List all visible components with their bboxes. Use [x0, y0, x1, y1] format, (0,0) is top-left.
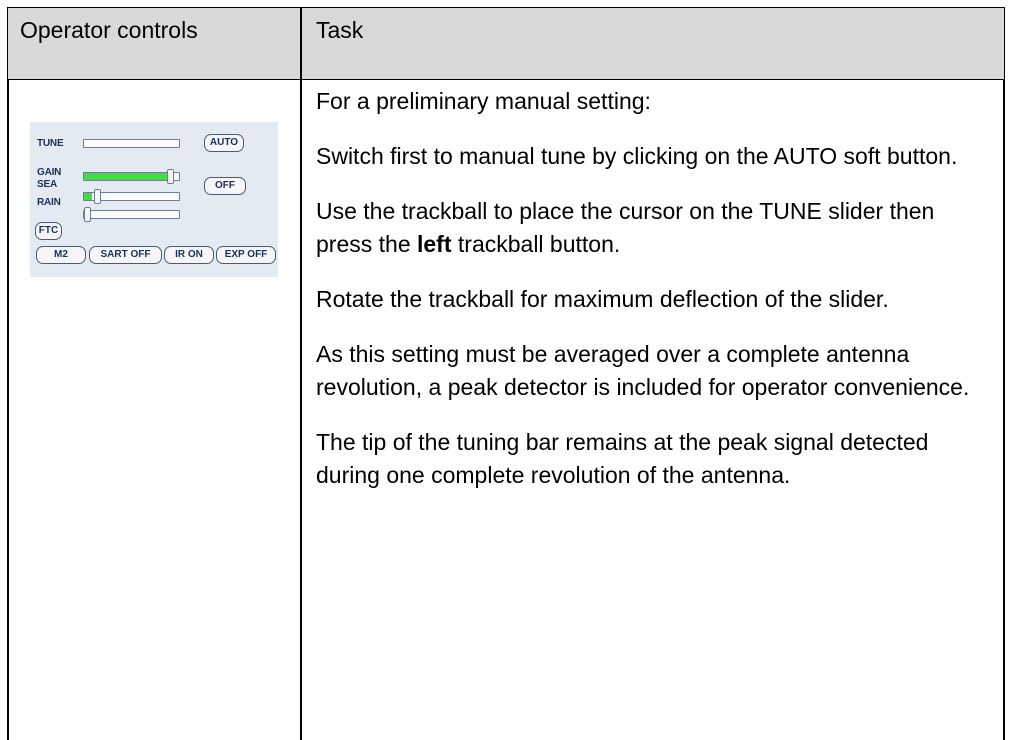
exp-off-button[interactable]: EXP OFF	[216, 246, 276, 264]
header-column-divider	[300, 7, 302, 80]
sea-slider-fill	[84, 193, 92, 200]
sart-off-button[interactable]: SART OFF	[89, 246, 162, 264]
right-border	[1003, 80, 1005, 740]
sea-label: SEA	[37, 179, 57, 190]
sea-slider[interactable]	[83, 189, 180, 204]
gain-label: GAIN	[37, 167, 62, 178]
task-paragraph-4: Rotate the trackball for maximum deflect…	[316, 286, 889, 312]
m2-button[interactable]: M2	[36, 246, 86, 264]
task-text: For a preliminary manual setting: Switch…	[316, 85, 996, 514]
tune-slider[interactable]	[83, 139, 180, 148]
task-paragraph-3-start: Use the trackball to place the cursor on…	[316, 198, 935, 257]
gain-slider-fill	[84, 173, 171, 180]
sea-slider-thumb[interactable]	[94, 189, 101, 204]
instruction-table: Operator controls Task TUNE AUTO GAIN OF…	[0, 0, 1009, 740]
header-operator-controls: Operator controls	[20, 17, 198, 43]
task-paragraph-2: Switch first to manual tune by clicking …	[316, 143, 958, 169]
left-border	[7, 80, 9, 740]
column-divider	[300, 80, 302, 740]
task-paragraph-3: Use the trackball to place the cursor on…	[316, 195, 996, 261]
task-paragraph-5: As this setting must be averaged over a …	[316, 341, 970, 400]
ftc-button[interactable]: FTC	[35, 222, 62, 240]
rain-label: RAIN	[37, 197, 61, 208]
off-button[interactable]: OFF	[204, 177, 246, 195]
task-paragraph-3-bold: left	[417, 231, 452, 257]
task-paragraph-6: The tip of the tuning bar remains at the…	[316, 429, 929, 488]
gain-slider[interactable]	[83, 169, 180, 184]
control-panel-image: TUNE AUTO GAIN OFF SEA RAIN FTC M2 SART …	[30, 122, 278, 277]
header-task: Task	[316, 17, 364, 43]
gain-slider-thumb[interactable]	[167, 169, 174, 184]
rain-slider[interactable]	[83, 207, 180, 222]
auto-button[interactable]: AUTO	[204, 134, 244, 152]
tune-label: TUNE	[37, 138, 64, 149]
task-paragraph-1: For a preliminary manual setting:	[316, 88, 651, 114]
rain-slider-thumb[interactable]	[84, 207, 91, 222]
task-paragraph-3-end: trackball button.	[451, 231, 621, 257]
ir-on-button[interactable]: IR ON	[164, 246, 214, 264]
